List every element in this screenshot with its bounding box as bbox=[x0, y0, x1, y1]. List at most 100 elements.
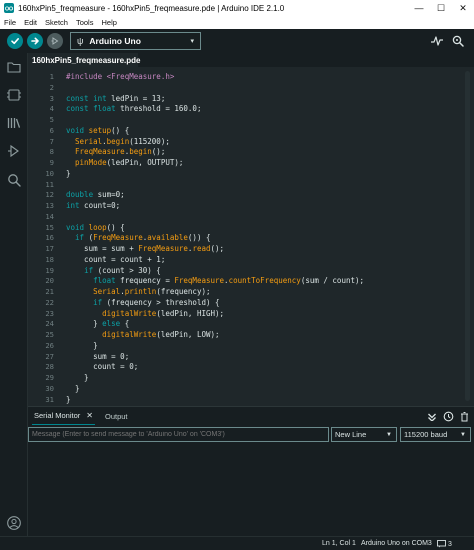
code-line[interactable]: sum = 0; bbox=[66, 352, 129, 361]
line-ending-select[interactable]: New Line ▼ bbox=[331, 427, 397, 442]
maximize-button[interactable]: ☐ bbox=[430, 0, 452, 16]
notifications[interactable]: 3 bbox=[437, 540, 452, 548]
output-tab-label: Output bbox=[104, 411, 128, 421]
code-line[interactable]: if (count > 30) { bbox=[66, 266, 161, 275]
code-line[interactable]: Serial.begin(115200); bbox=[66, 137, 170, 146]
line-number: 6 bbox=[49, 125, 54, 135]
sketchbook-folder-icon[interactable] bbox=[6, 59, 22, 75]
verify-button[interactable] bbox=[7, 33, 23, 49]
line-number: 8 bbox=[49, 147, 54, 157]
menu-sketch[interactable]: Sketch bbox=[45, 18, 68, 27]
code-line[interactable]: float frequency = FreqMeasure.countToFre… bbox=[66, 276, 364, 285]
line-number-gutter: 1 2 3 4 5 6 7 8 9 10 11 12 13 14 15 16 17 18 19 20 21 22 23 24 2… bbox=[28, 67, 58, 406]
chevron-down-icon: ▼ bbox=[460, 431, 466, 438]
timestamp-toggle-icon[interactable] bbox=[442, 410, 454, 422]
code-line[interactable]: } bbox=[66, 373, 89, 382]
code-line[interactable]: int count=0; bbox=[66, 201, 120, 210]
code-line[interactable]: pinMode(ledPin, OUTPUT); bbox=[66, 158, 183, 167]
line-number: 7 bbox=[49, 136, 54, 146]
code-line[interactable]: } bbox=[66, 384, 80, 393]
account-icon[interactable] bbox=[6, 515, 22, 531]
debug-panel-icon[interactable] bbox=[6, 143, 22, 159]
code-line[interactable]: } bbox=[66, 341, 98, 350]
line-number: 20 bbox=[45, 276, 54, 286]
menu-file[interactable]: File bbox=[4, 18, 16, 27]
editor-tab-bar: 160hxPin5_freqmeasure.pde bbox=[28, 53, 474, 67]
debug-button[interactable] bbox=[47, 33, 63, 49]
code-line[interactable]: if (frequency > threshold) { bbox=[66, 298, 219, 307]
debug-icon bbox=[51, 37, 59, 45]
title-bar: 160hxPin5_freqmeasure - 160hxPin5_freqme… bbox=[0, 0, 474, 16]
line-number: 4 bbox=[49, 104, 54, 114]
line-number: 16 bbox=[45, 233, 54, 243]
line-number: 19 bbox=[45, 265, 54, 275]
code-line[interactable]: const float threshold = 160.0; bbox=[66, 104, 201, 113]
minimize-button[interactable]: — bbox=[408, 0, 430, 16]
line-number: 13 bbox=[45, 201, 54, 210]
code-line[interactable]: if (FreqMeasure.available()) { bbox=[66, 233, 210, 242]
status-bar: Ln 1, Col 1 Arduino Uno on COM3 3 bbox=[0, 536, 474, 550]
board-selector[interactable]: ψ Arduino Uno ▾ bbox=[70, 32, 201, 50]
line-number: 23 bbox=[45, 308, 54, 318]
usb-icon: ψ bbox=[77, 36, 84, 46]
boards-manager-icon[interactable] bbox=[6, 87, 22, 103]
menu-help[interactable]: Help bbox=[101, 18, 116, 27]
serial-monitor-tab-label: Serial Monitor bbox=[34, 411, 81, 420]
line-number: 18 bbox=[45, 254, 54, 264]
clear-output-icon[interactable] bbox=[458, 410, 470, 422]
code-line[interactable]: count = count + 1; bbox=[66, 255, 165, 264]
line-number: 27 bbox=[45, 351, 54, 361]
code-line[interactable]: } else { bbox=[66, 319, 129, 328]
line-number: 22 bbox=[45, 297, 54, 307]
code-line[interactable]: digitalWrite(ledPin, HIGH); bbox=[66, 309, 224, 318]
code-line[interactable]: double sum=0; bbox=[66, 190, 125, 199]
code-line[interactable]: void setup() { bbox=[66, 126, 129, 135]
code-editor[interactable]: 1 2 3 4 5 6 7 8 9 10 11 12 13 14 15 16 17 18 19 20 21 22 23 24 2… bbox=[28, 67, 474, 406]
board-port-status[interactable]: Arduino Uno on COM3 bbox=[361, 540, 432, 547]
checkmark-icon bbox=[11, 38, 19, 45]
code-line[interactable]: Serial.println(frequency); bbox=[66, 287, 210, 296]
code-line[interactable]: } bbox=[66, 395, 71, 404]
code-line[interactable]: digitalWrite(ledPin, LOW); bbox=[66, 330, 219, 339]
serial-message-input[interactable] bbox=[28, 427, 329, 442]
cursor-position: Ln 1, Col 1 bbox=[322, 540, 356, 547]
close-window-button[interactable]: ✕ bbox=[452, 0, 474, 16]
line-number: 9 bbox=[49, 158, 54, 167]
panel-tab-bar: Serial Monitor ✕ Output bbox=[28, 407, 474, 425]
code-line[interactable]: const int ledPin = 13; bbox=[66, 94, 165, 103]
tab-serial-monitor[interactable]: Serial Monitor ✕ bbox=[32, 407, 95, 425]
code-line[interactable]: FreqMeasure.begin(); bbox=[66, 147, 165, 156]
menu-edit[interactable]: Edit bbox=[24, 18, 37, 27]
close-icon[interactable]: ✕ bbox=[86, 411, 93, 420]
notification-icon bbox=[437, 540, 446, 548]
baud-rate-value: 115200 baud bbox=[404, 430, 448, 439]
line-number: 10 bbox=[45, 168, 54, 178]
collapse-panel-icon[interactable] bbox=[426, 410, 438, 422]
code-line[interactable]: } bbox=[66, 169, 71, 178]
code-line[interactable]: count = 0; bbox=[66, 362, 138, 371]
tab-label: 160hxPin5_freqmeasure.pde bbox=[32, 55, 141, 65]
tab-output[interactable]: Output bbox=[105, 407, 128, 425]
line-number: 3 bbox=[49, 93, 54, 103]
code-line[interactable]: #include <FreqMeasure.h> bbox=[66, 72, 174, 81]
line-number: 31 bbox=[45, 394, 54, 404]
code-line[interactable]: sum = sum + FreqMeasure.read(); bbox=[66, 244, 224, 253]
serial-monitor-icon[interactable] bbox=[451, 34, 465, 48]
line-number: 12 bbox=[45, 190, 54, 200]
code-line[interactable]: void loop() { bbox=[66, 223, 125, 232]
serial-plotter-icon[interactable] bbox=[430, 34, 444, 48]
search-icon[interactable] bbox=[6, 172, 22, 188]
tab-sketch-file[interactable]: 160hxPin5_freqmeasure.pde bbox=[28, 53, 141, 67]
arrow-right-icon bbox=[31, 37, 39, 45]
line-number: 1 bbox=[49, 72, 54, 81]
line-number: 24 bbox=[45, 319, 54, 329]
baud-rate-select[interactable]: 115200 baud ▼ bbox=[400, 427, 471, 442]
menu-bar: File Edit Sketch Tools Help bbox=[0, 16, 474, 29]
sidebar bbox=[0, 53, 28, 550]
line-number: 2 bbox=[49, 82, 54, 92]
upload-button[interactable] bbox=[27, 33, 43, 49]
window-title: 160hxPin5_freqmeasure - 160hxPin5_freqme… bbox=[18, 3, 285, 13]
editor-scrollbar[interactable] bbox=[465, 71, 470, 401]
library-manager-icon[interactable] bbox=[6, 115, 22, 131]
menu-tools[interactable]: Tools bbox=[76, 18, 94, 27]
